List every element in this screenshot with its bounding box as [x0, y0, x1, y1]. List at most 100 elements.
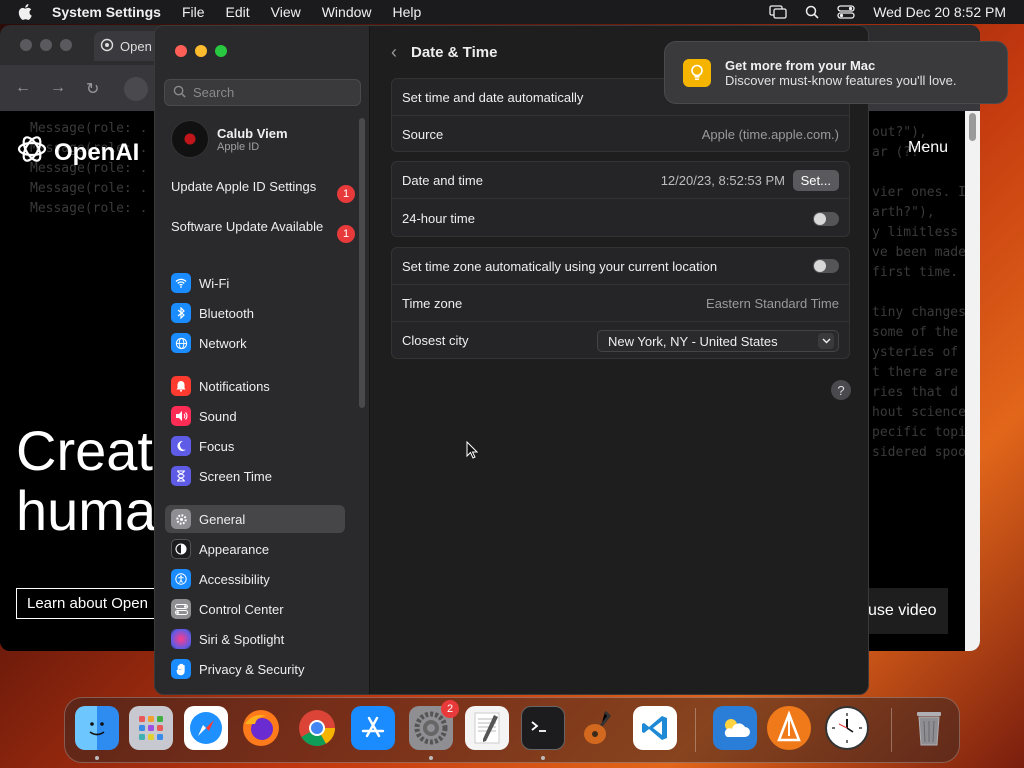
trash-icon[interactable]	[907, 706, 951, 750]
openai-logo[interactable]: OpenAI	[16, 133, 139, 172]
auto-timezone-row: Set time zone automatically using your c…	[392, 248, 849, 285]
finder-icon[interactable]	[75, 706, 119, 750]
code-line: tiny changes	[872, 305, 966, 320]
apple-logo-icon[interactable]	[18, 4, 34, 20]
textedit-icon[interactable]	[465, 706, 509, 750]
chevron-down-icon	[818, 333, 834, 349]
zoom-button[interactable]	[60, 39, 72, 51]
software-update-notice[interactable]: Software Update Available 1	[171, 219, 355, 243]
closest-city-select[interactable]: New York, NY - United States	[597, 330, 839, 352]
timezone-value: Eastern Standard Time	[706, 295, 839, 311]
set-button[interactable]: Set...	[792, 170, 839, 191]
view-menu[interactable]: View	[271, 4, 301, 20]
hour24-row: 24-hour time	[392, 200, 849, 237]
scrollbar-thumb[interactable]	[969, 113, 976, 141]
pause-video-button[interactable]: use video	[860, 588, 948, 634]
sidebar-item-label: Bluetooth	[199, 305, 254, 321]
learn-about-button[interactable]: Learn about Open	[16, 588, 159, 619]
back-chevron-icon[interactable]: ‹	[391, 42, 397, 63]
minimize-button[interactable]	[195, 45, 207, 57]
app-menu[interactable]: System Settings	[52, 4, 161, 20]
sidebar-item-siri-spotlight[interactable]: Siri & Spotlight	[165, 625, 345, 653]
hour24-toggle[interactable]	[813, 211, 839, 226]
help-menu[interactable]: Help	[393, 4, 422, 20]
back-arrow-icon[interactable]: ←	[15, 79, 31, 97]
hero-line: Creati	[16, 419, 166, 482]
update-apple-id-notice[interactable]: Update Apple ID Settings 1	[171, 179, 355, 203]
garageband-icon[interactable]	[577, 706, 621, 750]
site-settings-icon[interactable]	[124, 77, 148, 101]
weather-icon[interactable]	[713, 706, 757, 750]
code-line: pecific topi	[872, 425, 966, 440]
date-time-group: Date and time 12/20/23, 8:52:53 PM Set..…	[391, 161, 850, 237]
browser-scrollbar[interactable]	[965, 111, 980, 651]
sidebar-item-bluetooth[interactable]: Bluetooth	[165, 299, 345, 327]
close-button[interactable]	[20, 39, 32, 51]
code-line: ve been made	[872, 245, 966, 260]
hero-heading: Creati huma	[16, 421, 165, 541]
code-line: Message(role: .	[30, 201, 148, 216]
forward-arrow-icon[interactable]: →	[50, 79, 66, 97]
terminal-icon[interactable]	[521, 706, 565, 750]
minimize-button[interactable]	[40, 39, 52, 51]
zoom-button[interactable]	[215, 45, 227, 57]
pages-icon[interactable]	[767, 706, 811, 750]
launchpad-icon[interactable]	[129, 706, 173, 750]
safari-icon[interactable]	[184, 706, 228, 750]
time-zone-group: Set time zone automatically using your c…	[391, 247, 850, 359]
menubar-clock[interactable]: Wed Dec 20 8:52 PM	[873, 4, 1006, 20]
tips-notification[interactable]: Get more from your Mac Discover must-kno…	[664, 41, 1008, 104]
hourglass-icon	[171, 466, 191, 486]
firefox-icon[interactable]	[239, 706, 283, 750]
search-icon[interactable]	[805, 5, 819, 19]
sidebar-item-focus[interactable]: Focus	[165, 432, 345, 460]
sidebar-item-general[interactable]: General	[165, 505, 345, 533]
code-line: arth?"),	[872, 205, 935, 220]
browser-window-controls	[20, 39, 72, 51]
clock-icon[interactable]	[825, 706, 869, 750]
site-menu-link[interactable]: Menu	[908, 139, 948, 157]
sidebar-item-privacy-security[interactable]: Privacy & Security	[165, 655, 345, 683]
moon-icon	[171, 436, 191, 456]
dock-separator	[891, 708, 892, 752]
close-button[interactable]	[175, 45, 187, 57]
code-line: ries that d	[872, 385, 959, 400]
avatar	[171, 120, 209, 158]
edit-menu[interactable]: Edit	[226, 4, 250, 20]
mouse-pointer-icon	[466, 440, 479, 464]
app-store-icon[interactable]	[351, 706, 395, 750]
sidebar-item-accessibility[interactable]: Accessibility	[165, 565, 345, 593]
sidebar-item-network[interactable]: Network	[165, 329, 345, 357]
reload-icon[interactable]: ↻	[86, 79, 99, 99]
code-line: sidered spoo	[872, 445, 966, 460]
auto-timezone-toggle[interactable]	[813, 259, 839, 273]
sidebar-item-label: Screen Time	[199, 468, 272, 484]
system-settings-icon[interactable]: 2	[409, 700, 459, 750]
sidebar-scrollbar[interactable]	[359, 118, 365, 408]
vscode-icon[interactable]	[633, 706, 677, 750]
sidebar-item-appearance[interactable]: Appearance	[165, 535, 345, 563]
window-menu[interactable]: Window	[322, 4, 372, 20]
sidebar-item-screen-time[interactable]: Screen Time	[165, 462, 345, 490]
sidebar-item-notifications[interactable]: Notifications	[165, 372, 345, 400]
search-field[interactable]	[164, 79, 361, 106]
row-label: 24-hour time	[402, 211, 475, 226]
control-center-icon[interactable]	[837, 5, 855, 19]
screen-mirroring-icon[interactable]	[769, 5, 787, 19]
help-button[interactable]: ?	[831, 380, 851, 400]
sidebar-item-wifi[interactable]: Wi-Fi	[165, 269, 345, 297]
search-icon	[173, 85, 186, 101]
openai-favicon-icon	[100, 38, 114, 55]
window-controls	[175, 45, 227, 57]
closest-city-row: Closest city New York, NY - United State…	[392, 322, 849, 359]
chrome-icon[interactable]	[295, 706, 339, 750]
sidebar-item-sound[interactable]: Sound	[165, 402, 345, 430]
sidebar-item-label: Notifications	[199, 378, 270, 394]
sidebar-item-control-center[interactable]: Control Center	[165, 595, 345, 623]
row-label: Closest city	[402, 333, 469, 348]
search-input[interactable]	[193, 85, 353, 100]
date-time-value: 12/20/23, 8:52:53 PM	[660, 172, 785, 188]
apple-id-account[interactable]: Calub Viem Apple ID	[171, 120, 288, 158]
file-menu[interactable]: File	[182, 4, 205, 20]
siri-icon	[171, 629, 191, 649]
